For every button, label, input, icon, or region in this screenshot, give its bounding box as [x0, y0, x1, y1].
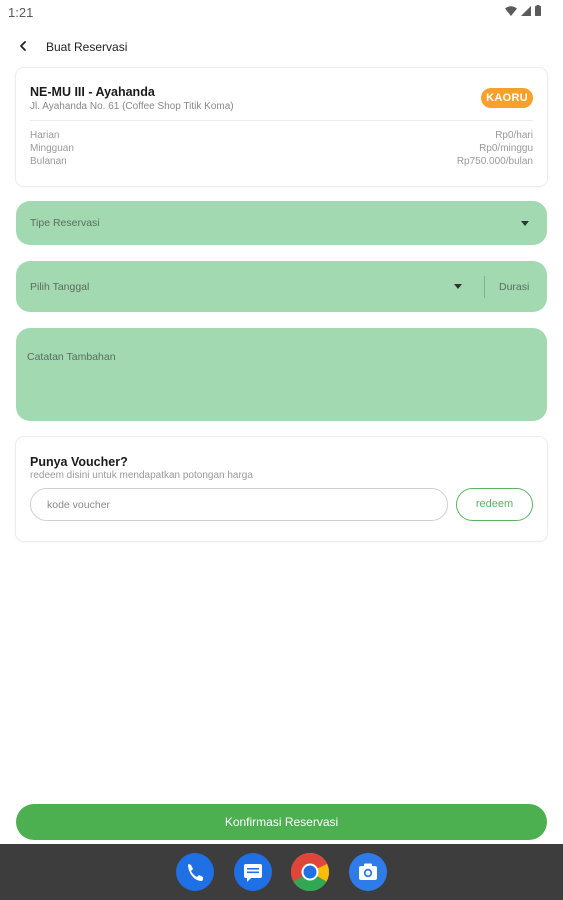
- status-bar: 1:21: [0, 0, 563, 24]
- divider: [30, 120, 533, 121]
- price-row-mingguan: Mingguan Rp0/minggu: [30, 143, 533, 156]
- status-icons: [505, 5, 541, 16]
- back-arrow-icon[interactable]: [14, 36, 34, 56]
- tipe-reservasi-dropdown[interactable]: Tipe Reservasi: [16, 201, 547, 245]
- durasi-input[interactable]: Durasi: [486, 261, 547, 312]
- phone-icon[interactable]: [176, 853, 214, 891]
- redeem-button[interactable]: redeem: [456, 488, 533, 521]
- chrome-icon[interactable]: [291, 853, 329, 891]
- catatan-tambahan-label: Catatan Tambahan: [27, 351, 116, 363]
- durasi-label: Durasi: [499, 281, 530, 293]
- price-value: Rp0/hari: [495, 130, 533, 141]
- status-time: 1:21: [8, 5, 34, 20]
- voucher-card: Punya Voucher? redeem disini untuk menda…: [16, 437, 547, 541]
- camera-icon[interactable]: [349, 853, 387, 891]
- venue-name: NE-MU III - Ayahanda: [30, 85, 155, 99]
- tanggal-durasi-row: Pilih Tanggal Durasi: [16, 261, 547, 312]
- cellular-signal-icon: [521, 5, 531, 16]
- price-value: Rp0/minggu: [479, 143, 533, 154]
- battery-icon: [535, 5, 541, 16]
- konfirmasi-reservasi-button[interactable]: Konfirmasi Reservasi: [16, 804, 547, 840]
- venue-card: NE-MU III - Ayahanda Jl. Ayahanda No. 61…: [16, 68, 547, 186]
- voucher-code-input[interactable]: [30, 488, 448, 521]
- page-title: Buat Reservasi: [46, 40, 128, 54]
- app-bar: Buat Reservasi: [0, 34, 563, 60]
- price-row-harian: Harian Rp0/hari: [30, 130, 533, 143]
- price-row-bulanan: Bulanan Rp750.000/bulan: [30, 156, 533, 169]
- pilih-tanggal-dropdown[interactable]: Pilih Tanggal: [16, 261, 482, 312]
- voucher-title: Punya Voucher?: [30, 455, 128, 469]
- venue-address: Jl. Ayahanda No. 61 (Coffee Shop Titik K…: [30, 101, 234, 112]
- wifi-icon: [505, 5, 517, 16]
- pilih-tanggal-label: Pilih Tanggal: [30, 281, 90, 293]
- price-label: Mingguan: [30, 143, 74, 154]
- price-value: Rp750.000/bulan: [456, 156, 533, 167]
- tipe-reservasi-label: Tipe Reservasi: [30, 217, 100, 229]
- system-dock: [0, 844, 563, 900]
- messages-icon[interactable]: [234, 853, 272, 891]
- price-label: Bulanan: [30, 156, 67, 167]
- dropdown-arrow-icon: [454, 284, 462, 289]
- voucher-subtitle: redeem disini untuk mendapatkan potongan…: [30, 470, 253, 481]
- field-divider: [484, 276, 485, 298]
- dropdown-arrow-icon: [521, 221, 529, 226]
- catatan-tambahan-textarea[interactable]: Catatan Tambahan: [16, 328, 547, 421]
- brand-badge: KAORU: [481, 88, 533, 108]
- price-label: Harian: [30, 130, 60, 141]
